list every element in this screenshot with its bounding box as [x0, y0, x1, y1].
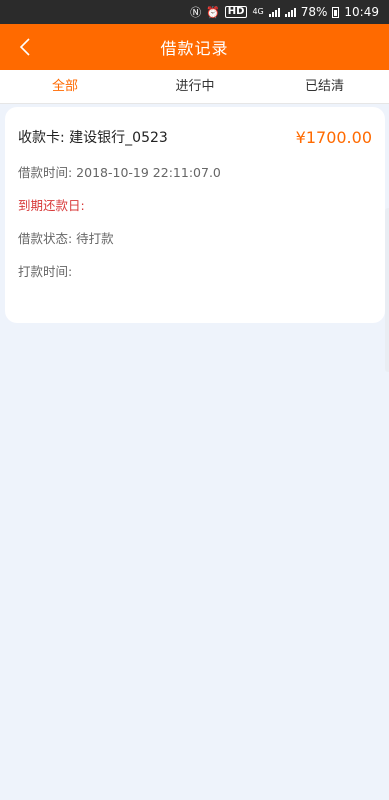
- payout-time: 打款时间:: [18, 264, 73, 279]
- clock: 10:49: [344, 5, 379, 19]
- chevron-left-icon: [19, 38, 30, 56]
- scrollbar[interactable]: [385, 208, 389, 372]
- loan-record-card[interactable]: 收款卡: 建设银行_0523 ¥1700.00 借款时间: 2018-10-19…: [5, 107, 385, 323]
- battery-icon: [332, 6, 340, 18]
- status-bar: Ⓝ ⏰ HD 4G 78% 10:49: [0, 0, 389, 24]
- battery-percent: 78%: [300, 5, 328, 19]
- page-title: 借款记录: [160, 39, 229, 58]
- loan-status: 借款状态: 待打款: [18, 231, 114, 246]
- due-date: 到期还款日:: [18, 198, 85, 213]
- nfc-icon: Ⓝ: [190, 5, 202, 19]
- tab-settled[interactable]: 已结清: [260, 70, 389, 104]
- app-header: 借款记录: [0, 24, 389, 70]
- tab-all[interactable]: 全部: [0, 70, 130, 104]
- loan-amount: ¥1700.00: [295, 127, 372, 147]
- signal-icon: [268, 7, 280, 17]
- tab-in-progress[interactable]: 进行中: [130, 70, 260, 104]
- network-type-label: 4G: [252, 7, 264, 16]
- back-button[interactable]: [12, 34, 38, 60]
- signal-icon-2: [284, 7, 296, 17]
- hd-badge: HD: [224, 6, 248, 18]
- loan-time: 借款时间: 2018-10-19 22:11:07.0: [18, 165, 221, 180]
- receiving-card-label: 收款卡: 建设银行_0523: [18, 130, 168, 146]
- filter-tabs: 全部 进行中 已结清: [0, 70, 389, 104]
- alarm-icon: ⏰: [206, 5, 220, 19]
